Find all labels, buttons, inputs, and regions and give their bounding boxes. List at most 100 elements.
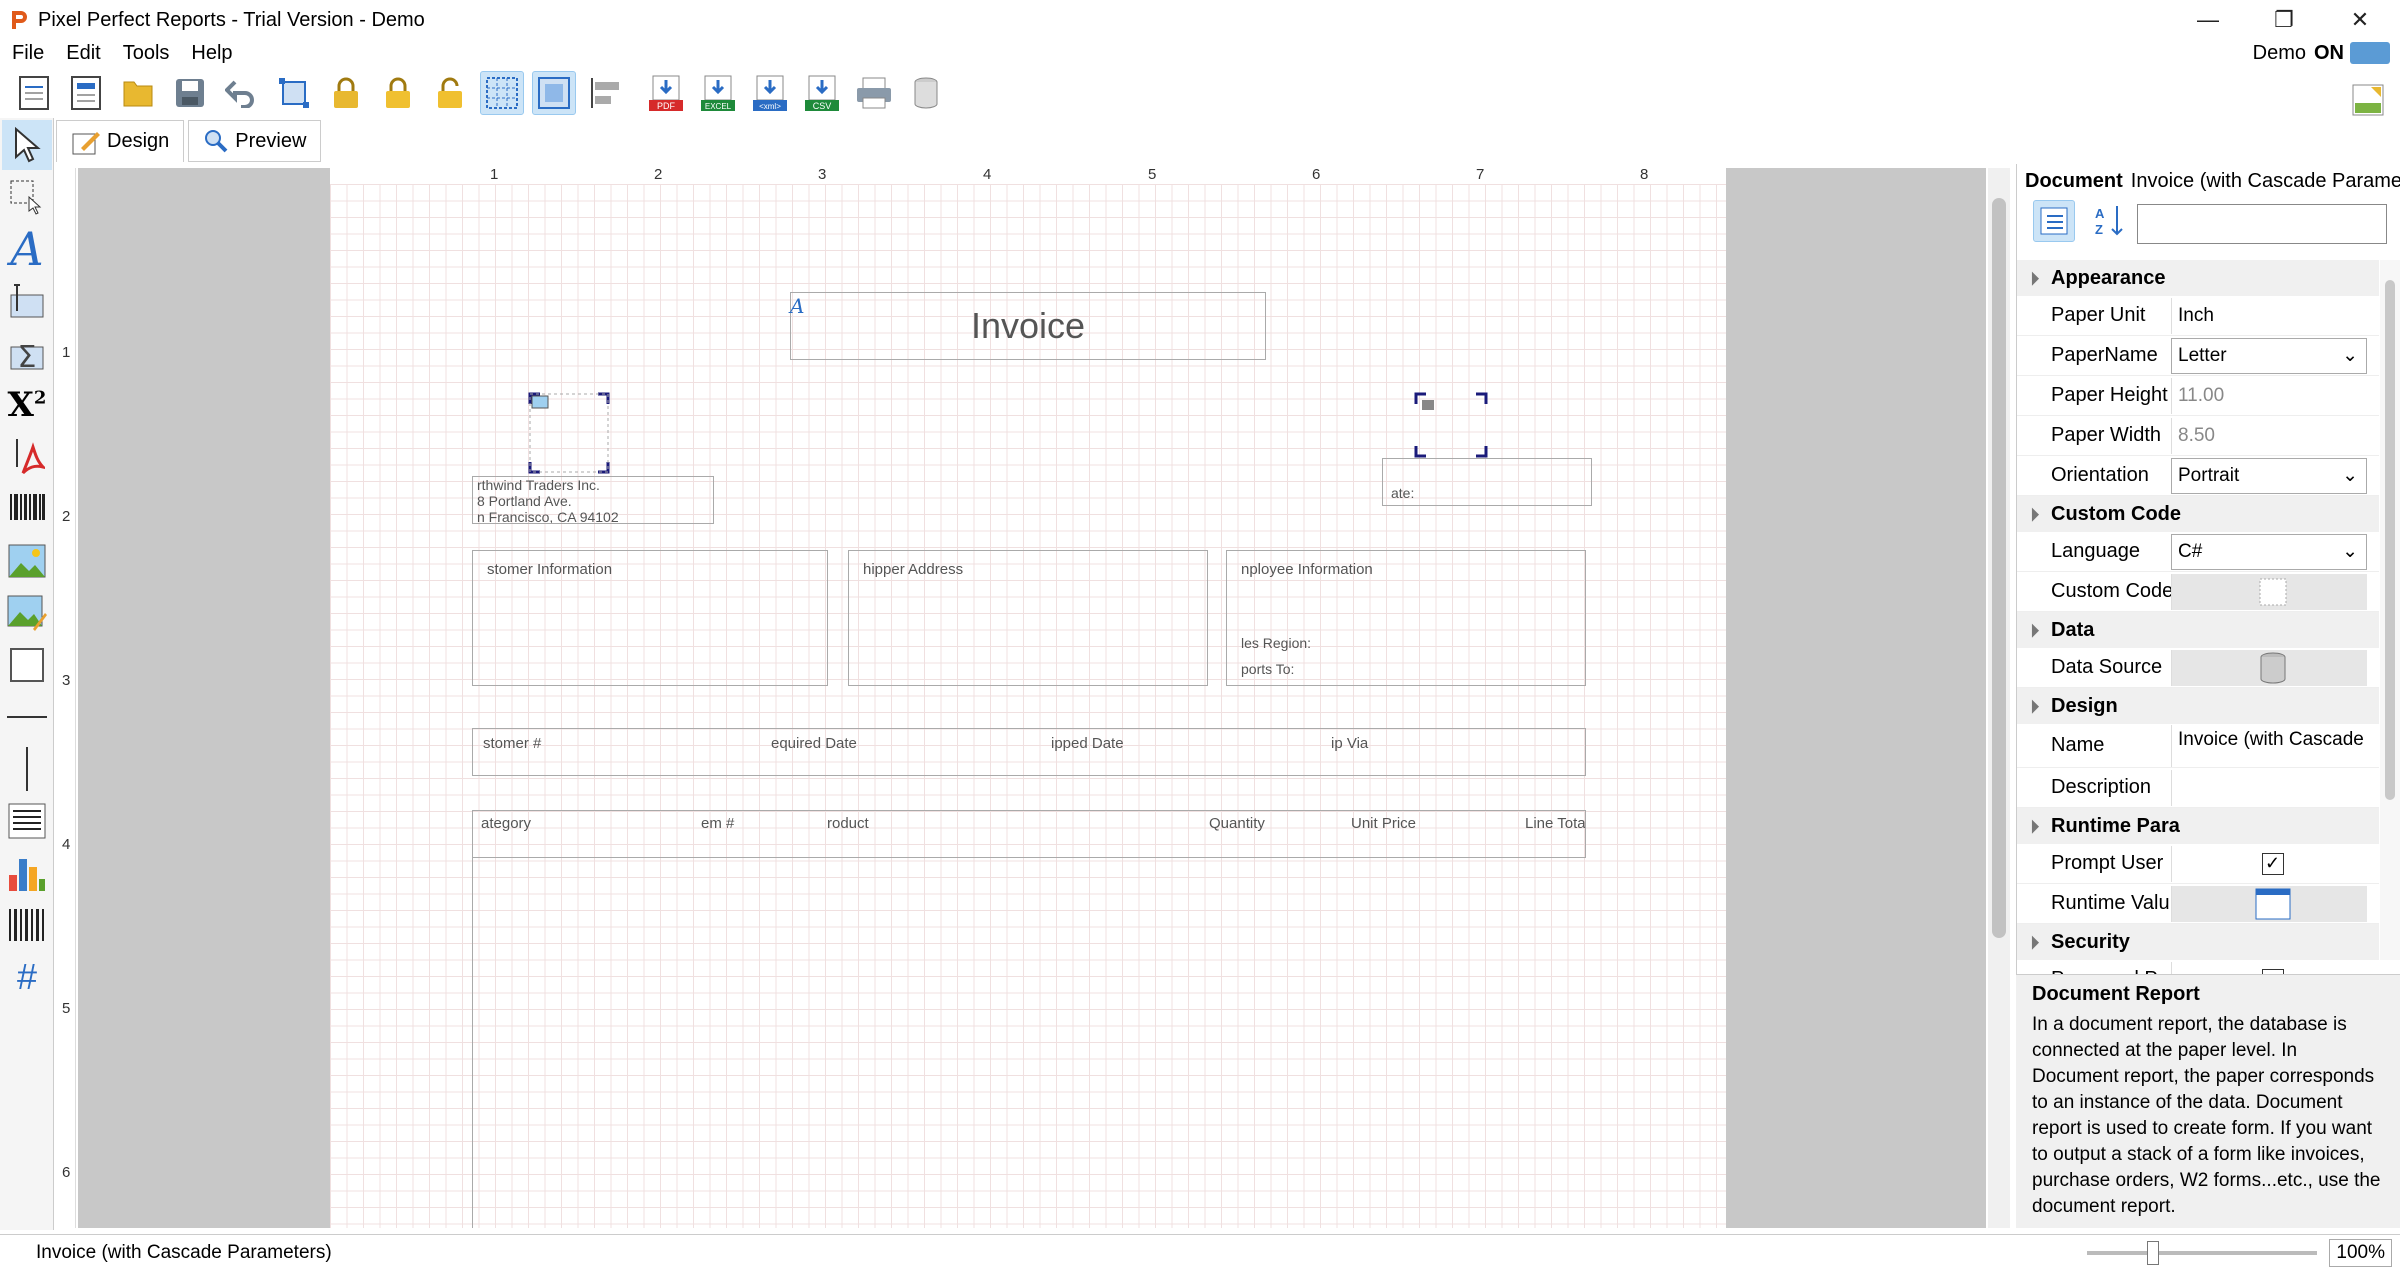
page-number-tool-icon[interactable]: #: [2, 952, 52, 1002]
vertical-line-tool-icon[interactable]: [2, 744, 52, 794]
formula-tool-icon[interactable]: X2: [2, 380, 52, 430]
pointer-tool-icon[interactable]: [2, 120, 52, 170]
grid-icon[interactable]: [480, 71, 524, 115]
prop-custom-code[interactable]: Custom Code: [2017, 572, 2379, 612]
prop-paper-unit[interactable]: Paper Unit Inch: [2017, 296, 2379, 336]
new-report-icon[interactable]: [12, 71, 56, 115]
toggle-switch[interactable]: [2350, 42, 2390, 64]
minimize-button[interactable]: —: [2172, 0, 2244, 40]
custom-code-editor-button[interactable]: [2171, 573, 2367, 610]
language-select[interactable]: C# ⌄: [2171, 533, 2367, 570]
barcode-tool-icon[interactable]: [2, 484, 52, 534]
prop-name[interactable]: Name Invoice (with Cascade: [2017, 724, 2379, 768]
zoom-slider[interactable]: [2087, 1241, 2318, 1265]
customer-section[interactable]: stomer Information: [472, 550, 828, 686]
image-edit-tool-icon[interactable]: [2, 588, 52, 638]
detail-header-band[interactable]: ategory em # roduct Quantity Unit Price …: [472, 810, 1586, 858]
field-tool-icon[interactable]: [2, 276, 52, 326]
table-tool-icon[interactable]: [2, 900, 52, 950]
report-title[interactable]: Invoice: [790, 292, 1266, 360]
description-title: Document Report: [2032, 983, 2200, 1005]
data-source-button[interactable]: [2171, 649, 2367, 686]
menu-help[interactable]: Help: [179, 42, 242, 65]
category-runtime-parameters[interactable]: Runtime Para: [2017, 808, 2379, 844]
property-grid: Appearance Paper UnitInch PaperNameLette…: [2017, 260, 2379, 978]
export-pdf-icon[interactable]: PDF: [644, 71, 688, 115]
print-icon[interactable]: [852, 71, 896, 115]
company-name: rthwind Traders Inc.: [477, 477, 600, 493]
menu-file[interactable]: File: [0, 42, 54, 65]
export-excel-icon[interactable]: EXCEL: [696, 71, 740, 115]
export-csv-icon[interactable]: CSV: [800, 71, 844, 115]
runtime-value-button[interactable]: [2171, 885, 2367, 922]
prop-paper-width[interactable]: Paper Width 8.50: [2017, 416, 2379, 456]
prop-description[interactable]: Description: [2017, 768, 2379, 808]
category-design[interactable]: Design: [2017, 688, 2379, 724]
resize-icon[interactable]: [272, 71, 316, 115]
prop-paper-height[interactable]: Paper Height 11.00: [2017, 376, 2379, 416]
canvas-vertical-scrollbar[interactable]: [1988, 168, 2010, 1228]
text-tool-icon[interactable]: A: [2, 222, 52, 276]
snap-grid-icon[interactable]: [532, 71, 576, 115]
order-header-band[interactable]: stomer # equired Date ipped Date ip Via: [472, 728, 1586, 776]
pdf-tool-icon[interactable]: [2, 432, 52, 482]
app-logo-icon: [12, 11, 27, 29]
image-tool-icon[interactable]: [2, 536, 52, 586]
save-icon[interactable]: [168, 71, 212, 115]
shipper-section[interactable]: hipper Address: [848, 550, 1208, 686]
undo-icon[interactable]: [220, 71, 264, 115]
demo-toggle[interactable]: Demo ON: [2253, 40, 2390, 66]
zoom-slider-knob[interactable]: [2147, 1241, 2160, 1265]
date-box[interactable]: ate:: [1382, 458, 1592, 506]
open-folder-icon[interactable]: [116, 71, 160, 115]
export-xml-icon[interactable]: <xml>: [748, 71, 792, 115]
select-tool-icon[interactable]: [2, 172, 52, 222]
category-appearance[interactable]: Appearance: [2017, 260, 2379, 296]
title-bar: Pixel Perfect Reports - Trial Version - …: [0, 0, 2400, 40]
orientation-select[interactable]: Portrait ⌄: [2171, 457, 2367, 494]
vertical-ruler: 1 2 3 4 5 6: [56, 168, 76, 1228]
zoom-value[interactable]: 100%: [2329, 1239, 2392, 1267]
rectangle-tool-icon[interactable]: [2, 640, 52, 690]
prop-runtime-value[interactable]: Runtime Valu: [2017, 884, 2379, 924]
align-icon[interactable]: [584, 71, 628, 115]
company-address-box[interactable]: rthwind Traders Inc. 8 Portland Ave. n F…: [472, 476, 714, 524]
menu-bar: File Edit Tools Help: [0, 40, 2400, 66]
prop-data-source[interactable]: Data Source: [2017, 648, 2379, 688]
properties-scroll-thumb[interactable]: [2385, 280, 2395, 800]
menu-tools[interactable]: Tools: [111, 42, 180, 65]
prop-paper-name[interactable]: PaperName Letter ⌄: [2017, 336, 2379, 376]
category-security[interactable]: Security: [2017, 924, 2379, 960]
prop-orientation[interactable]: Orientation Portrait ⌄: [2017, 456, 2379, 496]
sum-tool-icon[interactable]: Σ: [2, 328, 52, 378]
chart-tool-icon[interactable]: [2, 848, 52, 898]
prompt-user-checkbox[interactable]: ✓: [2261, 852, 2284, 875]
properties-scrollbar[interactable]: [2380, 260, 2400, 960]
object-name: Invoice (with Cascade Paramete: [2130, 170, 2400, 192]
list-tool-icon[interactable]: [2, 796, 52, 846]
employee-section[interactable]: nployee Information les Region: ports To…: [1226, 550, 1586, 686]
database-icon[interactable]: [904, 71, 948, 115]
paper-name-select[interactable]: Letter ⌄: [2171, 337, 2367, 374]
property-search-input[interactable]: [2137, 204, 2387, 244]
category-data[interactable]: Data: [2017, 612, 2379, 648]
layout-panel-icon[interactable]: [2346, 78, 2390, 122]
unlock-icon[interactable]: [428, 71, 472, 115]
lock-all-icon[interactable]: [324, 71, 368, 115]
preview-icon: [205, 130, 228, 153]
tab-preview[interactable]: Preview: [188, 120, 322, 162]
lock-icon[interactable]: [376, 71, 420, 115]
menu-edit[interactable]: Edit: [54, 42, 110, 65]
sort-az-icon[interactable]: AZ: [2089, 200, 2131, 242]
prop-language[interactable]: Language C# ⌄: [2017, 532, 2379, 572]
customer-number-label: stomer #: [483, 735, 542, 752]
scroll-thumb[interactable]: [1992, 198, 2006, 938]
close-button[interactable]: ✕: [2324, 0, 2396, 40]
categorized-icon[interactable]: [2033, 200, 2075, 242]
new-document-icon[interactable]: [64, 71, 108, 115]
tab-design[interactable]: Design: [56, 120, 185, 162]
prop-prompt-user[interactable]: Prompt User ✓: [2017, 844, 2379, 884]
category-custom-code[interactable]: Custom Code: [2017, 496, 2379, 532]
horizontal-line-tool-icon[interactable]: [2, 692, 52, 742]
restore-button[interactable]: ❐: [2248, 0, 2320, 40]
